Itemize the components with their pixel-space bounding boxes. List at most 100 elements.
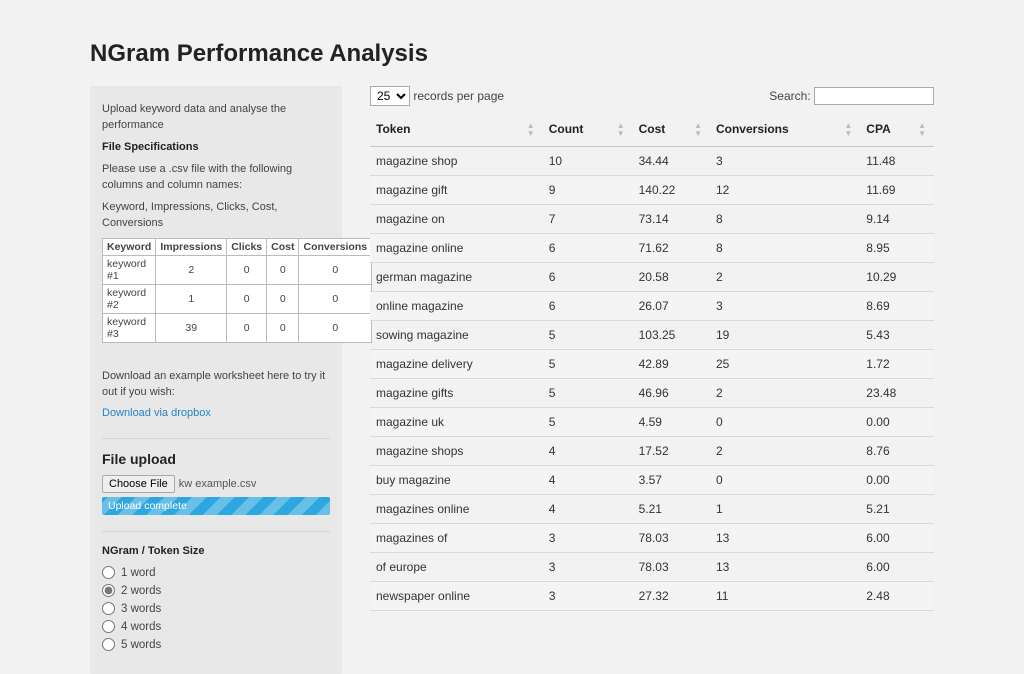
- table-cell: magazine online: [370, 234, 543, 263]
- ngram-radio[interactable]: [102, 584, 115, 597]
- sort-icon[interactable]: ▲▼: [694, 122, 702, 138]
- choose-file-button[interactable]: Choose File: [102, 475, 175, 493]
- table-row: buy magazine43.5700.00: [370, 466, 934, 495]
- table-cell: 6: [543, 263, 633, 292]
- ngram-option[interactable]: 5 words: [102, 638, 330, 651]
- sort-icon[interactable]: ▲▼: [844, 122, 852, 138]
- spec-row: keyword #12000: [103, 255, 372, 284]
- table-cell: 0.00: [860, 408, 934, 437]
- sort-icon[interactable]: ▲▼: [918, 122, 926, 138]
- table-cell: 3.57: [633, 466, 710, 495]
- table-cell: 4: [543, 437, 633, 466]
- main-panel: 25 records per page Search: Token▲▼Count…: [370, 86, 934, 611]
- search-input[interactable]: [814, 87, 934, 105]
- table-cell: 5: [543, 321, 633, 350]
- table-cell: 27.32: [633, 582, 710, 611]
- table-cell: 5: [543, 408, 633, 437]
- table-cell: 17.52: [633, 437, 710, 466]
- table-cell: 6: [543, 234, 633, 263]
- table-row: magazine uk54.5900.00: [370, 408, 934, 437]
- ngram-radio[interactable]: [102, 602, 115, 615]
- file-spec-text: Please use a .csv file with the followin…: [102, 162, 330, 194]
- ngram-option[interactable]: 1 word: [102, 566, 330, 579]
- table-cell: 4: [543, 495, 633, 524]
- sort-icon[interactable]: ▲▼: [527, 122, 535, 138]
- column-header[interactable]: Token ▲▼: [370, 114, 543, 147]
- table-cell: 3: [543, 524, 633, 553]
- table-cell: 3: [710, 147, 860, 176]
- ngram-option-label: 1 word: [121, 567, 156, 579]
- table-cell: 3: [543, 582, 633, 611]
- page-size-control: 25 records per page: [370, 86, 504, 106]
- sidebar-intro: Upload keyword data and analyse the perf…: [102, 102, 330, 134]
- table-row: of europe378.03136.00: [370, 553, 934, 582]
- download-link[interactable]: Download via dropbox: [102, 407, 211, 419]
- table-row: sowing magazine5103.25195.43: [370, 321, 934, 350]
- page-size-select[interactable]: 25: [370, 86, 410, 106]
- table-cell: 11.48: [860, 147, 934, 176]
- table-cell: 103.25: [633, 321, 710, 350]
- spec-cell: 0: [299, 255, 372, 284]
- example-spec-table: Keyword Impressions Clicks Cost Conversi…: [102, 238, 372, 343]
- table-cell: 8.95: [860, 234, 934, 263]
- table-row: german magazine620.58210.29: [370, 263, 934, 292]
- ngram-option[interactable]: 4 words: [102, 620, 330, 633]
- table-cell: magazine shops: [370, 437, 543, 466]
- table-cell: 5: [543, 379, 633, 408]
- ngram-heading: NGram / Token Size: [102, 545, 205, 557]
- table-cell: 73.14: [633, 205, 710, 234]
- table-cell: 6: [543, 292, 633, 321]
- column-header[interactable]: CPA▲▼: [860, 114, 934, 147]
- column-header[interactable]: Count▲▼: [543, 114, 633, 147]
- table-cell: 0: [710, 466, 860, 495]
- table-cell: 11.69: [860, 176, 934, 205]
- table-cell: 10: [543, 147, 633, 176]
- spec-cell: 0: [227, 313, 267, 342]
- spec-th-conversions: Conversions: [299, 238, 372, 255]
- table-cell: 2: [710, 379, 860, 408]
- table-cell: 3: [543, 553, 633, 582]
- ngram-radio[interactable]: [102, 566, 115, 579]
- ngram-option[interactable]: 2 words: [102, 584, 330, 597]
- spec-cell: keyword #3: [103, 313, 156, 342]
- table-cell: 6.00: [860, 524, 934, 553]
- ngram-option-label: 5 words: [121, 639, 161, 651]
- ngram-radio[interactable]: [102, 638, 115, 651]
- table-cell: magazines of: [370, 524, 543, 553]
- spec-cell: 39: [156, 313, 227, 342]
- spec-cell: 0: [267, 255, 299, 284]
- file-spec-columns: Keyword, Impressions, Clicks, Cost, Conv…: [102, 200, 330, 232]
- table-cell: magazine uk: [370, 408, 543, 437]
- table-cell: 34.44: [633, 147, 710, 176]
- table-cell: 9.14: [860, 205, 934, 234]
- ngram-radio[interactable]: [102, 620, 115, 633]
- table-cell: 42.89: [633, 350, 710, 379]
- spec-cell: 2: [156, 255, 227, 284]
- page-size-suffix: records per page: [413, 89, 504, 103]
- table-cell: 8.76: [860, 437, 934, 466]
- spec-th-impressions: Impressions: [156, 238, 227, 255]
- column-header[interactable]: Conversions▲▼: [710, 114, 860, 147]
- table-cell: magazine gift: [370, 176, 543, 205]
- chosen-file-name: kw example.csv: [179, 478, 257, 490]
- table-cell: 10.29: [860, 263, 934, 292]
- table-cell: 19: [710, 321, 860, 350]
- table-cell: magazine on: [370, 205, 543, 234]
- table-cell: 46.96: [633, 379, 710, 408]
- table-row: magazines online45.2115.21: [370, 495, 934, 524]
- spec-cell: 0: [299, 313, 372, 342]
- table-row: online magazine626.0738.69: [370, 292, 934, 321]
- column-label: Token: [376, 122, 410, 136]
- sort-icon[interactable]: ▲▼: [617, 122, 625, 138]
- ngram-option[interactable]: 3 words: [102, 602, 330, 615]
- column-header[interactable]: Cost ▲▼: [633, 114, 710, 147]
- table-cell: buy magazine: [370, 466, 543, 495]
- column-label: Cost: [639, 122, 666, 136]
- download-prompt: Download an example worksheet here to tr…: [102, 369, 330, 401]
- table-cell: 5: [543, 350, 633, 379]
- table-cell: 1.72: [860, 350, 934, 379]
- search-label: Search:: [769, 89, 810, 103]
- page-title: NGram Performance Analysis: [90, 40, 934, 68]
- upload-progress: Upload complete: [102, 497, 330, 515]
- spec-cell: 0: [227, 284, 267, 313]
